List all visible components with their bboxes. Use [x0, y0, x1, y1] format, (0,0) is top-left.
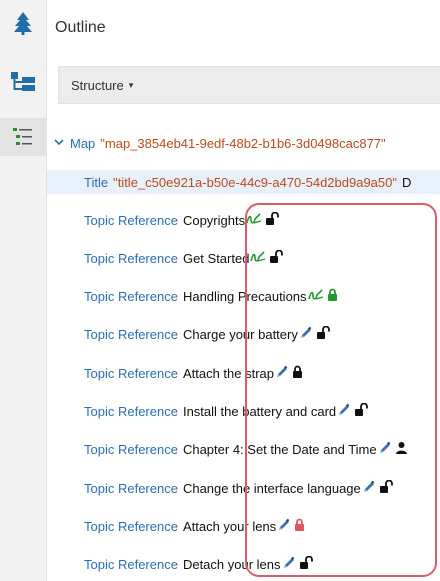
title-id-value: "title_c50e921a-b50e-44c9-a470-54d2bd9a9…	[113, 174, 397, 190]
pencil-icon[interactable]	[275, 365, 289, 382]
topic-title: Attach your lens	[182, 518, 277, 534]
topic-title: Install the battery and card	[182, 404, 337, 419]
outline-view-button[interactable]	[0, 118, 46, 156]
outline-panel: Outline Structure ▾ Map "map_3854eb41-9ed…	[47, 0, 440, 581]
tree-row-topic-reference[interactable]: Topic Reference Detach your lens	[47, 553, 440, 577]
pencil-icon[interactable]	[282, 556, 296, 573]
chevron-down-icon[interactable]	[54, 137, 68, 149]
title-label[interactable]: Title	[84, 175, 108, 190]
lock-icon[interactable]	[292, 365, 303, 382]
outline-list-icon	[13, 128, 32, 145]
tree-row-topic-reference[interactable]: Topic Reference Install the battery and c…	[47, 400, 440, 424]
green-edit-icon[interactable]	[246, 212, 262, 228]
tree-row-topic-reference[interactable]: Topic Reference Copyrights	[47, 208, 440, 232]
topic-title: Attach the strap	[182, 365, 275, 381]
left-icon-rail	[0, 0, 47, 581]
structure-dropdown[interactable]: Structure ▾	[58, 66, 440, 104]
topic-title: Detach your lens	[182, 557, 281, 573]
topic-reference-label[interactable]: Topic Reference	[84, 557, 178, 572]
tree-row-topic-reference[interactable]: Topic Reference Chapter 4: Set the Date a…	[47, 438, 440, 462]
tree-row-title[interactable]: Title "title_c50e921a-b50e-44c9-a470-54d2…	[47, 170, 440, 194]
topic-reference-label[interactable]: Topic Reference	[84, 327, 178, 342]
chevron-down-icon: ▾	[128, 79, 134, 90]
topic-title: Copyrights	[182, 212, 246, 228]
tree-row-topic-reference[interactable]: Topic Reference Charge your battery	[47, 323, 440, 347]
unlocked-icon[interactable]	[379, 479, 394, 497]
structure-dropdown-label: Structure	[71, 77, 124, 93]
topic-title: Change the interface language	[182, 480, 361, 496]
topic-reference-label[interactable]: Topic Reference	[84, 481, 178, 496]
topic-reference-label[interactable]: Topic Reference	[84, 442, 178, 457]
red-lock-icon[interactable]	[294, 518, 305, 535]
topic-title: Handling Precautions	[182, 289, 307, 305]
green-lock-icon[interactable]	[327, 288, 338, 305]
pencil-icon[interactable]	[378, 441, 392, 458]
pencil-icon[interactable]	[277, 518, 291, 535]
tree-row-topic-reference[interactable]: Topic Reference Attach the strap	[47, 361, 440, 385]
unlocked-icon[interactable]	[265, 211, 280, 229]
user-icon[interactable]	[395, 441, 408, 458]
unlocked-icon[interactable]	[316, 326, 331, 343]
tree-row-topic-reference[interactable]: Topic Reference Attach your lens	[47, 514, 440, 538]
topic-title: Charge your battery	[182, 327, 298, 343]
topic-title: Chapter 4: Set the Date and Time	[182, 442, 377, 458]
tree-row-map[interactable]: Map "map_3854eb41-9edf-48b2-b1b6-3d0498ca…	[47, 131, 440, 155]
topic-reference-label[interactable]: Topic Reference	[84, 404, 178, 419]
unlocked-icon[interactable]	[354, 402, 369, 420]
unlocked-icon[interactable]	[269, 249, 284, 267]
title-overflow-text: D	[401, 174, 412, 190]
topic-reference-label[interactable]: Topic Reference	[84, 519, 178, 534]
map-id-value: "map_3854eb41-9edf-48b2-b1b6-3d0498cac87…	[100, 135, 386, 151]
tree-icon	[14, 12, 32, 35]
topic-reference-label[interactable]: Topic Reference	[84, 213, 178, 228]
map-label[interactable]: Map	[70, 136, 95, 151]
tree-row-topic-reference[interactable]: Topic Reference Get Started	[47, 246, 440, 270]
tree-row-topic-reference[interactable]: Topic Reference Handling Precautions	[47, 285, 440, 309]
topic-title: Get Started	[182, 250, 250, 266]
pencil-icon[interactable]	[337, 403, 351, 420]
tree-view-button[interactable]	[0, 4, 46, 42]
tree-row-topic-reference[interactable]: Topic Reference Change the interface lang…	[47, 476, 440, 500]
map-hierarchy-icon	[11, 72, 35, 91]
panel-title: Outline	[55, 19, 106, 36]
pencil-icon[interactable]	[299, 326, 313, 343]
topic-reference-label[interactable]: Topic Reference	[84, 366, 178, 381]
unlocked-icon[interactable]	[299, 555, 314, 573]
map-view-button[interactable]	[0, 62, 46, 100]
pencil-icon[interactable]	[362, 480, 376, 497]
topic-reference-label[interactable]: Topic Reference	[84, 289, 178, 304]
green-edit-icon[interactable]	[250, 251, 266, 266]
topic-reference-label[interactable]: Topic Reference	[84, 251, 178, 266]
green-edit-icon[interactable]	[307, 289, 324, 304]
